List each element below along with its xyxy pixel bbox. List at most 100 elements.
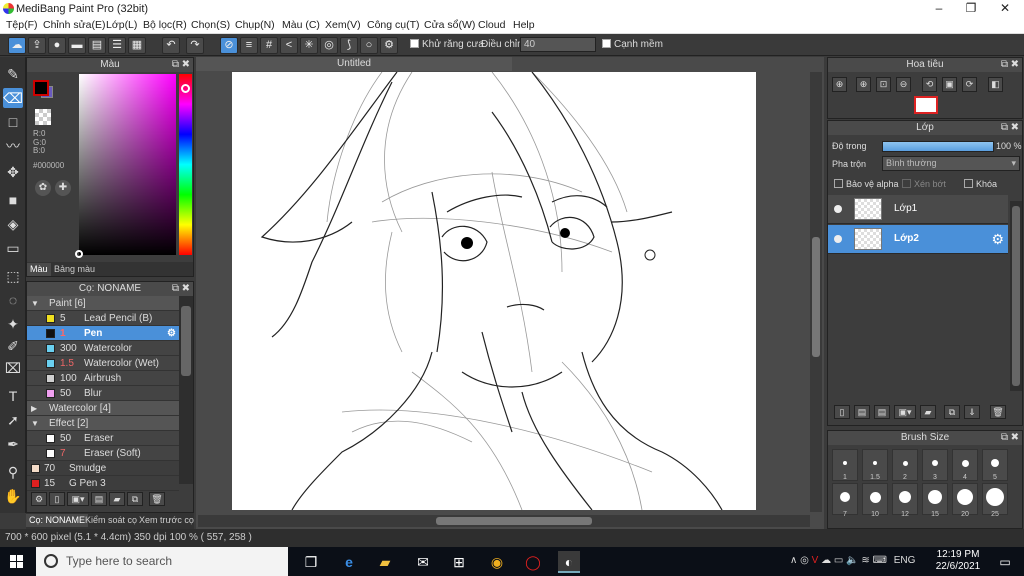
brush-group[interactable]: ▼ Effect [2] (27, 416, 179, 431)
chrome-icon[interactable]: ◉ (486, 551, 508, 573)
brush-tool-icon[interactable]: ✎ (3, 64, 23, 84)
battery-icon[interactable]: ▭ (834, 555, 843, 566)
close-button[interactable]: ✕ (988, 0, 1022, 18)
cross-snap-icon[interactable]: # (260, 37, 278, 54)
lock-toggle[interactable]: Khóa (964, 179, 997, 189)
radial-snap-icon[interactable]: ✳ (300, 37, 318, 54)
move-tool-icon[interactable]: ✥ (3, 162, 23, 182)
list-icon[interactable]: ☰ (108, 37, 126, 54)
brush-folder-icon[interactable]: ▰ (109, 492, 125, 506)
chat-icon[interactable]: ▬ (68, 37, 86, 54)
magic-wand-tool-icon[interactable]: ✦ (3, 314, 23, 334)
rotate-left-icon[interactable]: ⟲ (922, 77, 937, 92)
fill-rect-tool-icon[interactable]: ■ (3, 190, 23, 210)
brush-scrollbar[interactable] (179, 296, 193, 484)
menu-select[interactable]: Chọn(S) (191, 19, 230, 31)
brush-item[interactable]: 100 Airbrush (27, 371, 179, 386)
delete-layer-icon[interactable]: 🗑 (990, 405, 1006, 419)
zoom-fit-icon[interactable]: ⊕ (832, 77, 847, 92)
redo-icon[interactable]: ↷ (186, 37, 204, 54)
curve-snap-icon[interactable]: ⟆ (340, 37, 358, 54)
menu-cloud[interactable]: Cloud (478, 19, 505, 31)
undock-icon[interactable]: ⧉ (172, 58, 179, 72)
protect-alpha-toggle[interactable]: Bảo vệ alpha (834, 179, 899, 189)
menu-capture[interactable]: Chụp(N) (235, 19, 275, 31)
brush-copy-icon[interactable]: ⧉ (127, 492, 143, 506)
brush-item[interactable]: 70 Smudge (27, 461, 179, 476)
document-icon[interactable]: ▤ (88, 37, 106, 54)
merge-layer-icon[interactable]: ⇓ (964, 405, 980, 419)
ellipse-snap-icon[interactable]: ○ (360, 37, 378, 54)
horizontal-scroll-thumb[interactable] (436, 517, 592, 525)
brush-item[interactable]: 50 Eraser (27, 431, 179, 446)
canvas-horizontal-scrollbar[interactable] (198, 515, 810, 527)
comment-icon[interactable]: ● (48, 37, 66, 54)
undock-icon[interactable]: ⧉ (1001, 431, 1008, 445)
zoom-actual-icon[interactable]: ⊡ (876, 77, 891, 92)
clip-toggle[interactable]: Xén bớt (902, 179, 946, 189)
keyboard-icon[interactable]: ⌨ (873, 555, 887, 566)
group-toggle-icon[interactable]: ▶ (31, 401, 37, 416)
layer-row[interactable]: Lớp1 (828, 195, 1008, 224)
fit-window-icon[interactable]: ▣ (942, 77, 957, 92)
text-tool-icon[interactable]: T (3, 386, 23, 406)
menu-help[interactable]: Help (513, 19, 535, 31)
menu-color[interactable]: Màu (C) (282, 19, 320, 31)
menu-edit[interactable]: Chỉnh sửa(E) (43, 19, 105, 31)
layer-scroll-thumb[interactable] (1012, 206, 1020, 386)
tray-chevron-icon[interactable]: ∧ (790, 555, 797, 566)
hue-cursor[interactable] (181, 84, 190, 93)
taskbar-clock[interactable]: 12:19 PM 22/6/2021 (930, 549, 986, 573)
navigator-thumbnail[interactable] (914, 96, 938, 114)
flip-icon[interactable]: ◧ (988, 77, 1003, 92)
transparent-swatch[interactable] (35, 109, 51, 125)
undock-icon[interactable]: ⧉ (1001, 58, 1008, 72)
menu-tools[interactable]: Công cụ(T) (367, 19, 420, 31)
canvas-vertical-scrollbar[interactable] (810, 72, 822, 512)
notification-icon[interactable]: ▭ (994, 551, 1016, 573)
tray-cloud-icon[interactable]: ☁ (821, 555, 831, 566)
rotate-right-icon[interactable]: ⟳ (962, 77, 977, 92)
new-halftone-layer-icon[interactable]: ▤ (854, 405, 870, 419)
duplicate-layer-icon[interactable]: ⧉ (944, 405, 960, 419)
snap-settings-icon[interactable]: ⚙ (380, 37, 398, 54)
smudge-tool-icon[interactable]: 〰 (3, 136, 23, 156)
brush-item[interactable]: 7 Eraser (Soft) (27, 446, 179, 461)
lock-checkbox[interactable] (964, 179, 973, 188)
eraser-tool-icon[interactable]: ⌫ (3, 88, 23, 108)
hand-tool-icon[interactable]: ✋ (3, 486, 23, 506)
smooth-checkbox[interactable] (602, 39, 611, 48)
close-panel-icon[interactable]: ✖ (1011, 121, 1019, 135)
vertical-scroll-thumb[interactable] (812, 237, 820, 357)
brush-item[interactable]: 1 Pen ⚙ (27, 326, 179, 341)
add-brush-icon[interactable]: ▯ (49, 492, 65, 506)
close-panel-icon[interactable]: ✖ (182, 58, 190, 72)
new-layer-icon[interactable]: ▯ (834, 405, 850, 419)
undo-icon[interactable]: ↶ (162, 37, 180, 54)
tab-brush-preview[interactable]: Xem trước cọ (136, 514, 197, 527)
clip-checkbox[interactable] (902, 179, 911, 188)
close-panel-icon[interactable]: ✖ (1011, 58, 1019, 72)
saturation-value-picker[interactable] (79, 74, 176, 255)
lasso-tool-icon[interactable]: ◌ (3, 290, 23, 310)
tab-brush-control[interactable]: Kiểm soát cọ (82, 514, 140, 527)
edge-icon[interactable]: e (338, 551, 360, 573)
zoom-in-icon[interactable]: ⊕ (856, 77, 871, 92)
circle-snap-icon[interactable]: ◎ (320, 37, 338, 54)
undock-icon[interactable]: ⧉ (172, 282, 179, 296)
dot-tool-icon[interactable]: □ (3, 112, 23, 132)
brush-group[interactable]: ▶ Watercolor [4] (27, 401, 179, 416)
opacity-slider[interactable] (882, 141, 994, 152)
brush-settings-icon[interactable]: ⚙ (31, 492, 47, 506)
zoom-out-icon[interactable]: ⊖ (896, 77, 911, 92)
wifi-icon[interactable]: ≋ (861, 555, 869, 566)
palette-add-icon[interactable]: ✚ (55, 180, 71, 196)
layer-visibility-icon[interactable] (834, 205, 842, 213)
brush-item[interactable]: 15 G Pen 3 (27, 476, 179, 491)
close-panel-icon[interactable]: ✖ (182, 282, 190, 296)
select-pen-tool-icon[interactable]: ✐ (3, 336, 23, 356)
task-view-icon[interactable]: ❐ (300, 551, 322, 573)
menu-file[interactable]: Tệp(F) (6, 19, 38, 31)
volume-icon[interactable]: 🔈 (846, 555, 858, 566)
select-tool-icon[interactable]: ⬚ (3, 266, 23, 286)
